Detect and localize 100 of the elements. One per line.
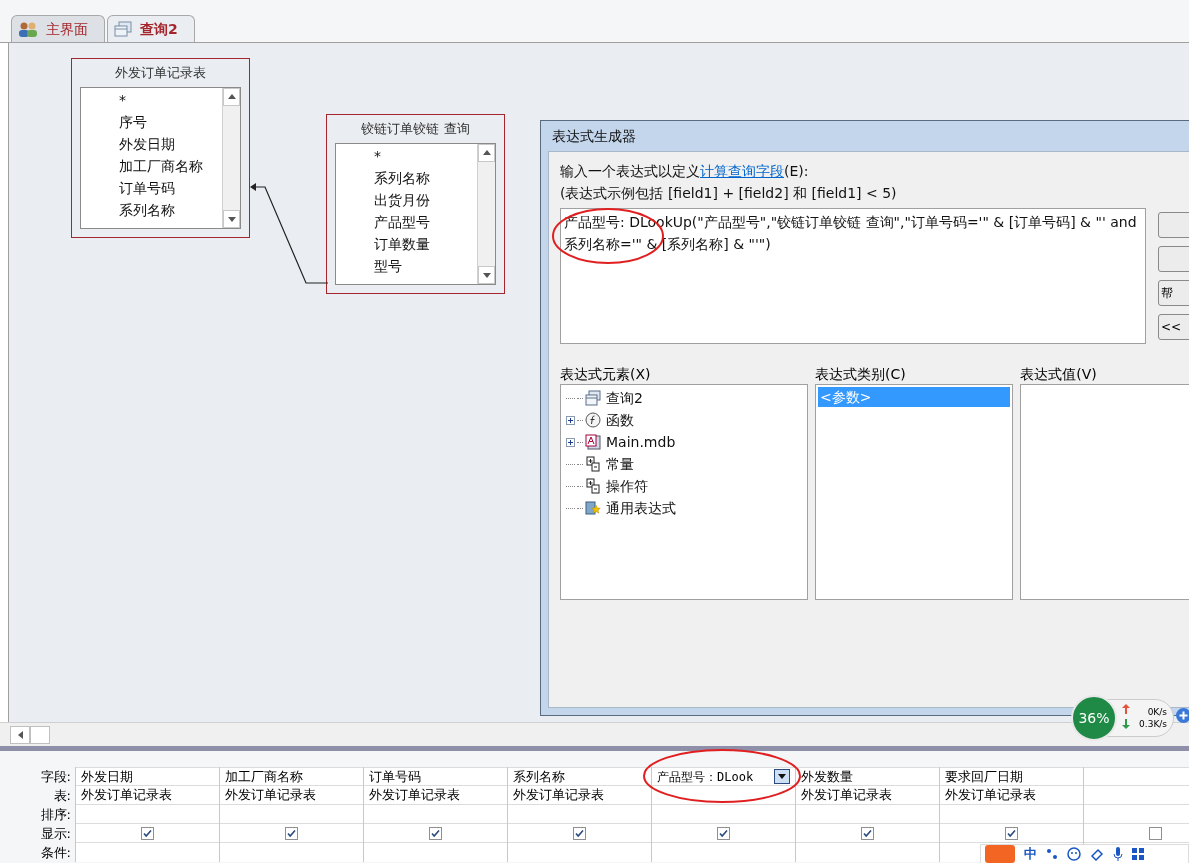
grid-cell[interactable]: 外发订单记录表 — [513, 785, 604, 805]
tree-item[interactable]: 操作符 — [606, 475, 648, 497]
down-arrow-icon — [1122, 719, 1130, 729]
grid-cell[interactable]: 外发订单记录表 — [945, 785, 1036, 805]
table-window[interactable]: 铰链订单铰链 查询 * 系列名称 出货月份 产品型号 订单数量 型号 — [326, 114, 505, 294]
star-book-icon — [585, 500, 601, 516]
pane-heading: 表达式值(V) — [1020, 365, 1098, 384]
show-checkbox[interactable] — [1005, 826, 1018, 840]
show-checkbox[interactable] — [429, 826, 442, 840]
check-icon — [1007, 828, 1016, 838]
show-checkbox[interactable] — [573, 826, 586, 840]
table-window[interactable]: 外发订单记录表 * 序号 外发日期 加工厂商名称 订单号码 系列名称 — [71, 58, 250, 238]
table-title: 外发订单记录表 — [114, 64, 207, 82]
eraser-icon[interactable] — [1090, 847, 1104, 861]
check-icon — [287, 828, 296, 838]
up-arrow-icon — [227, 94, 236, 99]
field-item[interactable]: 加工厂商名称 — [119, 154, 222, 177]
scroll-up-button[interactable] — [478, 143, 495, 162]
tree-item[interactable]: 常量 — [606, 453, 634, 475]
dialog-title: 表达式生成器 — [551, 126, 637, 146]
ime-mode[interactable]: 中 — [1024, 844, 1037, 863]
check-icon — [719, 828, 728, 838]
field-item[interactable]: * — [119, 88, 222, 111]
tree-item[interactable]: 通用表达式 — [606, 497, 676, 519]
show-checkbox[interactable] — [285, 826, 298, 840]
pane-heading: 表达式元素(X) — [560, 365, 652, 384]
add-icon[interactable] — [1176, 708, 1189, 723]
show-checkbox[interactable] — [1149, 826, 1162, 840]
field-item[interactable]: 出货月份 — [374, 188, 477, 211]
row-label: 排序: — [39, 806, 72, 824]
grid-cell[interactable]: 系列名称 — [508, 767, 651, 786]
query-icon — [585, 390, 601, 406]
database-icon — [585, 434, 601, 450]
show-checkbox[interactable] — [861, 826, 874, 840]
scroll-left-button[interactable] — [10, 725, 30, 744]
document-tab[interactable]: 主界面 — [11, 15, 105, 42]
calculated-field-link[interactable]: 计算查询字段 — [700, 163, 784, 179]
microphone-icon[interactable] — [1113, 847, 1123, 861]
download-speed: 0.3K/s — [1139, 718, 1167, 730]
grid-cell[interactable]: 外发订单记录表 — [369, 785, 460, 805]
scrollbar[interactable] — [477, 143, 495, 284]
down-arrow-icon — [778, 774, 786, 779]
field-item[interactable]: 序号 — [119, 110, 222, 133]
show-checkbox[interactable] — [717, 826, 730, 840]
smiley-icon[interactable] — [1067, 847, 1081, 861]
dialog-button[interactable]: 帮 — [1158, 280, 1189, 306]
scrollbar[interactable] — [222, 87, 240, 228]
row-label: 条件: — [39, 844, 72, 862]
up-arrow-icon — [482, 150, 491, 155]
pane-heading: 表达式类别(C) — [814, 365, 907, 384]
expand-icon[interactable] — [566, 415, 575, 425]
tree-row[interactable]: 函数 — [566, 409, 807, 431]
query-icon — [114, 21, 132, 37]
field-item[interactable]: 系列名称 — [374, 166, 477, 189]
scroll-down-button[interactable] — [478, 266, 495, 284]
document-tab[interactable]: 查询2 — [107, 15, 195, 42]
item-icon — [585, 478, 601, 494]
scroll-up-button[interactable] — [223, 87, 240, 106]
table-title: 铰链订单铰链 查询 — [360, 120, 471, 138]
grid-cell[interactable]: 外发日期 — [76, 767, 219, 786]
grid-cell[interactable]: 外发数量 — [796, 767, 939, 786]
field-item[interactable]: 系列名称 — [119, 198, 222, 221]
tree-item[interactable]: 函数 — [606, 409, 634, 431]
users-icon — [18, 21, 38, 37]
show-checkbox[interactable] — [141, 826, 154, 840]
dialog-button[interactable] — [1158, 212, 1189, 238]
grid-cell[interactable]: 外发订单记录表 — [225, 785, 316, 805]
dropdown-button[interactable] — [774, 769, 790, 784]
tree-row[interactable]: 查询2 — [566, 387, 807, 409]
tree-row[interactable]: 常量 — [566, 453, 807, 475]
dialog-button[interactable] — [1158, 246, 1189, 272]
grid-cell[interactable]: 外发订单记录表 — [81, 785, 172, 805]
tree-row[interactable]: Main.mdb — [566, 431, 807, 453]
grid-cell[interactable]: 订单号码 — [364, 767, 507, 786]
punctuation-icon[interactable] — [1046, 848, 1058, 860]
tree-row[interactable]: 通用表达式 — [566, 497, 807, 519]
down-arrow-icon — [227, 216, 236, 222]
grid-cell[interactable] — [1084, 767, 1189, 786]
tree-item[interactable]: Main.mdb — [606, 431, 676, 453]
dialog-button[interactable]: << — [1158, 314, 1189, 340]
tree-row[interactable]: 操作符 — [566, 475, 807, 497]
expand-icon[interactable] — [566, 437, 575, 447]
check-icon — [575, 828, 584, 838]
scroll-down-button[interactable] — [223, 210, 240, 228]
example-text: (表达式示例包括 [field1] + [field2] 和 [field1] < 5) — [560, 184, 898, 203]
grid-cell[interactable]: 加工厂商名称 — [220, 767, 363, 786]
grid-cell[interactable]: 要求回厂日期 — [940, 767, 1083, 786]
row-label: 表: — [52, 787, 72, 805]
field-item[interactable]: 订单数量 — [374, 232, 477, 255]
field-item[interactable]: 产品型号 — [374, 210, 477, 233]
scroll-thumb[interactable] — [30, 725, 50, 744]
field-item[interactable]: 外发日期 — [119, 132, 222, 155]
tree-item[interactable]: 查询2 — [606, 387, 643, 409]
field-item[interactable]: * — [374, 144, 477, 167]
field-item[interactable]: 订单号码 — [119, 176, 222, 199]
grid-cell[interactable]: 外发订单记录表 — [801, 785, 892, 805]
field-item[interactable]: 型号 — [374, 254, 477, 277]
elements-tree[interactable]: 查询2 函数 Main.mdb 常量 操作符 通用表达式 — [560, 384, 808, 600]
function-icon — [585, 412, 601, 428]
grid-icon[interactable] — [1132, 847, 1145, 861]
